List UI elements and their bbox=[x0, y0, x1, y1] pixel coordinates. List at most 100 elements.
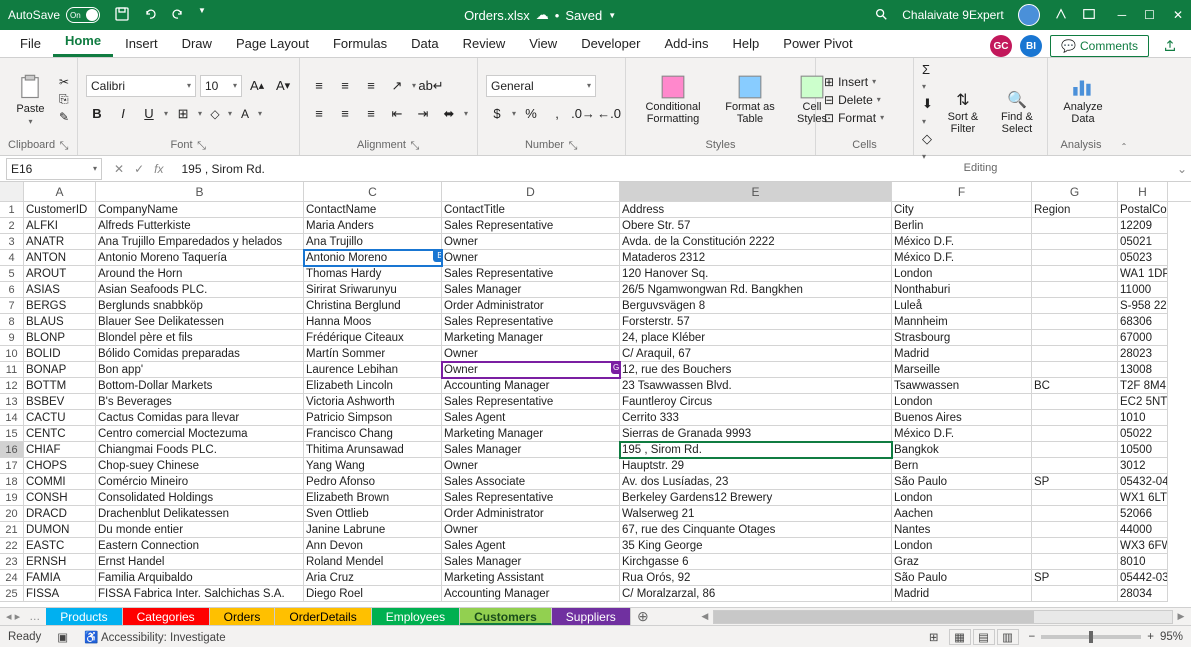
cell[interactable]: Accounting Manager bbox=[442, 586, 620, 602]
cell[interactable]: Eastern Connection bbox=[96, 538, 304, 554]
row-header[interactable]: 5 bbox=[0, 266, 24, 282]
cell[interactable]: CompanyName bbox=[96, 202, 304, 218]
font-color-button[interactable]: A bbox=[236, 107, 254, 121]
search-icon[interactable] bbox=[874, 7, 888, 24]
cell[interactable]: CONSH bbox=[24, 490, 96, 506]
cell[interactable]: Nonthaburi bbox=[892, 282, 1032, 298]
col-header-E[interactable]: E bbox=[620, 182, 892, 201]
collapse-ribbon-icon[interactable]: ⌃ bbox=[1114, 58, 1134, 155]
cell[interactable]: 12, rue des Bouchers bbox=[620, 362, 892, 378]
cell[interactable]: Ann Devon bbox=[304, 538, 442, 554]
cell[interactable]: Asian Seafoods PLC. bbox=[96, 282, 304, 298]
cell[interactable]: Thitima Arunsawad bbox=[304, 442, 442, 458]
row-header[interactable]: 13 bbox=[0, 394, 24, 410]
cell[interactable]: 05432-043 bbox=[1118, 474, 1168, 490]
cell[interactable]: Sales Manager bbox=[442, 282, 620, 298]
cell[interactable]: CHIAF bbox=[24, 442, 96, 458]
scroll-thumb[interactable] bbox=[714, 611, 1034, 623]
cell[interactable]: Berkeley Gardens12 Brewery bbox=[620, 490, 892, 506]
cell[interactable]: Av. dos Lusíadas, 23 bbox=[620, 474, 892, 490]
col-header-G[interactable]: G bbox=[1032, 182, 1118, 201]
select-all-button[interactable] bbox=[0, 182, 24, 201]
sort-filter-button[interactable]: ⇅Sort & Filter bbox=[939, 88, 987, 137]
cell[interactable]: 35 King George bbox=[620, 538, 892, 554]
cell[interactable]: Janine Labrune bbox=[304, 522, 442, 538]
cell[interactable]: SP bbox=[1032, 474, 1118, 490]
cell[interactable]: City bbox=[892, 202, 1032, 218]
avatar[interactable] bbox=[1018, 4, 1040, 26]
cell[interactable]: 120 Hanover Sq. bbox=[620, 266, 892, 282]
cell[interactable]: Bern bbox=[892, 458, 1032, 474]
row-header[interactable]: 1 bbox=[0, 202, 24, 218]
tab-formulas[interactable]: Formulas bbox=[321, 32, 399, 57]
cell[interactable]: 52066 bbox=[1118, 506, 1168, 522]
row-header[interactable]: 14 bbox=[0, 410, 24, 426]
cell[interactable]: Cerrito 333 bbox=[620, 410, 892, 426]
cell[interactable]: Kirchgasse 6 bbox=[620, 554, 892, 570]
tab-home[interactable]: Home bbox=[53, 29, 113, 57]
cell[interactable]: 05022 bbox=[1118, 426, 1168, 442]
sheet-tab-employees[interactable]: Employees bbox=[372, 608, 460, 625]
cell[interactable]: Tsawwassen bbox=[892, 378, 1032, 394]
autosum-icon[interactable]: Σ ▾ bbox=[922, 62, 933, 92]
cell[interactable]: Berglunds snabbköp bbox=[96, 298, 304, 314]
decrease-font-icon[interactable]: A▾ bbox=[272, 75, 294, 97]
cell[interactable]: Chop-suey Chinese bbox=[96, 458, 304, 474]
cell[interactable]: 05023 bbox=[1118, 250, 1168, 266]
insert-cells-button[interactable]: ⊞ Insert ▾ bbox=[824, 75, 884, 89]
cell[interactable]: Roland Mendel bbox=[304, 554, 442, 570]
cell[interactable]: PostalCode bbox=[1118, 202, 1168, 218]
tab-data[interactable]: Data bbox=[399, 32, 450, 57]
cell[interactable]: BSBEV bbox=[24, 394, 96, 410]
undo-icon[interactable] bbox=[142, 6, 158, 25]
cell[interactable]: Ana Trujillo bbox=[304, 234, 442, 250]
save-icon[interactable] bbox=[114, 6, 130, 25]
cell[interactable]: São Paulo bbox=[892, 474, 1032, 490]
cell[interactable]: 67, rue des Cinquante Otages bbox=[620, 522, 892, 538]
format-cells-button[interactable]: ⊡ Format ▾ bbox=[824, 111, 884, 125]
cell[interactable]: 10500 bbox=[1118, 442, 1168, 458]
cell[interactable] bbox=[1032, 410, 1118, 426]
row-header[interactable]: 18 bbox=[0, 474, 24, 490]
cell[interactable]: Antonio Moreno Taquería bbox=[96, 250, 304, 266]
cell[interactable]: CHOPS bbox=[24, 458, 96, 474]
sheet-tab-orders[interactable]: Orders bbox=[210, 608, 276, 625]
cell[interactable]: Mataderos 2312 bbox=[620, 250, 892, 266]
cell[interactable]: 05021 bbox=[1118, 234, 1168, 250]
cell[interactable]: Sales Agent bbox=[442, 538, 620, 554]
cell[interactable] bbox=[1032, 362, 1118, 378]
cell[interactable]: Sales Representative bbox=[442, 314, 620, 330]
find-select-button[interactable]: 🔍Find & Select bbox=[993, 88, 1041, 137]
paste-button[interactable]: Paste▾ bbox=[8, 68, 53, 132]
cell[interactable]: Strasbourg bbox=[892, 330, 1032, 346]
cell[interactable]: ERNSH bbox=[24, 554, 96, 570]
tab-page-layout[interactable]: Page Layout bbox=[224, 32, 321, 57]
cell[interactable]: Sales Manager bbox=[442, 442, 620, 458]
row-header[interactable]: 16 bbox=[0, 442, 24, 458]
cell[interactable]: Around the Horn bbox=[96, 266, 304, 282]
cell[interactable]: DUMON bbox=[24, 522, 96, 538]
row-header[interactable]: 6 bbox=[0, 282, 24, 298]
row-header[interactable]: 2 bbox=[0, 218, 24, 234]
align-center-icon[interactable]: ≡ bbox=[334, 103, 356, 125]
cell[interactable]: Sales Representative bbox=[442, 218, 620, 234]
cell[interactable]: BERGS bbox=[24, 298, 96, 314]
expand-formula-icon[interactable]: ⌄ bbox=[1173, 162, 1191, 176]
cell[interactable]: 26/5 Ngamwongwan Rd. Bangkhen bbox=[620, 282, 892, 298]
cell[interactable]: Berguvsvägen 8 bbox=[620, 298, 892, 314]
tab-help[interactable]: Help bbox=[721, 32, 772, 57]
cancel-formula-icon[interactable]: ✕ bbox=[114, 162, 124, 176]
delete-cells-button[interactable]: ⊟ Delete ▾ bbox=[824, 93, 884, 107]
sheet-nav[interactable]: ◂ ▸ … bbox=[0, 608, 46, 625]
cell[interactable]: ANATR bbox=[24, 234, 96, 250]
cell[interactable]: 24, place Kléber bbox=[620, 330, 892, 346]
cell[interactable]: C/ Araquil, 67 bbox=[620, 346, 892, 362]
sheet-tab-customers[interactable]: Customers bbox=[460, 608, 552, 625]
macro-record-icon[interactable]: ▣ bbox=[57, 630, 68, 644]
cell[interactable]: Diego Roel bbox=[304, 586, 442, 602]
cell[interactable]: Owner bbox=[442, 522, 620, 538]
cell[interactable] bbox=[1032, 506, 1118, 522]
row-header[interactable]: 20 bbox=[0, 506, 24, 522]
autosave[interactable]: AutoSave On bbox=[8, 7, 100, 23]
cell[interactable]: Mannheim bbox=[892, 314, 1032, 330]
